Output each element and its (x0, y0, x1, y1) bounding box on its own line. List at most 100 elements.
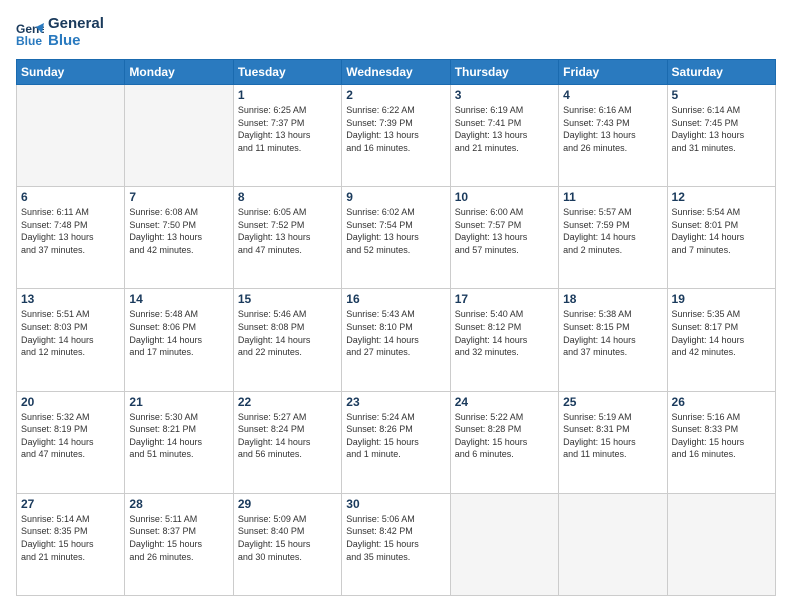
page: General Blue General Blue SundayMondayTu… (0, 0, 792, 612)
day-number: 23 (346, 395, 445, 409)
calendar-cell: 22 Sunrise: 5:27 AM Sunset: 8:24 PM Dayli… (233, 391, 341, 493)
svg-text:Blue: Blue (16, 34, 42, 47)
calendar-cell: 7Sunrise: 6:08 AM Sunset: 7:50 PM Daylig… (125, 187, 233, 289)
calendar-cell: 10 Sunrise: 6:00 AM Sunset: 7:57 PM Dayli… (450, 187, 558, 289)
cell-info: Sunrise: 5:06 AM Sunset: 8:42 PM Dayligh… (346, 513, 445, 563)
day-header-wednesday: Wednesday (342, 60, 450, 85)
day-number: 2 (346, 88, 445, 102)
calendar-cell: 5 Sunrise: 6:14 AM Sunset: 7:45 PM Daylig… (667, 85, 775, 187)
calendar-cell: 21 Sunrise: 5:30 AM Sunset: 8:21 PM Dayli… (125, 391, 233, 493)
day-number: 27 (21, 497, 120, 511)
cell-info: Sunrise: 5:09 AM Sunset: 8:40 PM Dayligh… (238, 513, 337, 563)
cell-info: Sunrise: 5:54 AM Sunset: 8:01 PM Dayligh… (672, 206, 771, 256)
cell-info: Sunrise: 5:51 AM Sunset: 8:03 PM Dayligh… (21, 308, 120, 358)
day-number: 4 (563, 88, 662, 102)
calendar-cell: 13 Sunrise: 5:51 AM Sunset: 8:03 PM Dayli… (17, 289, 125, 391)
cell-info: Sunrise: 6:00 AM Sunset: 7:57 PM Dayligh… (455, 206, 554, 256)
day-number: 14 (129, 292, 228, 306)
cell-info: Sunrise: 5:43 AM Sunset: 8:10 PM Dayligh… (346, 308, 445, 358)
calendar-cell: 27Sunrise: 5:14 AM Sunset: 8:35 PM Dayli… (17, 493, 125, 595)
calendar-cell: 19Sunrise: 5:35 AM Sunset: 8:17 PM Dayli… (667, 289, 775, 391)
cell-info: Sunrise: 5:22 AM Sunset: 8:28 PM Dayligh… (455, 411, 554, 461)
calendar-cell: 20 Sunrise: 5:32 AM Sunset: 8:19 PM Dayli… (17, 391, 125, 493)
cell-info: Sunrise: 5:46 AM Sunset: 8:08 PM Dayligh… (238, 308, 337, 358)
day-number: 10 (455, 190, 554, 204)
day-number: 3 (455, 88, 554, 102)
calendar-cell: 28 Sunrise: 5:11 AM Sunset: 8:37 PM Dayli… (125, 493, 233, 595)
cell-info: Sunrise: 6:19 AM Sunset: 7:41 PM Dayligh… (455, 104, 554, 154)
day-number: 29 (238, 497, 337, 511)
day-header-monday: Monday (125, 60, 233, 85)
calendar-cell: 29 Sunrise: 5:09 AM Sunset: 8:40 PM Dayli… (233, 493, 341, 595)
calendar-table: SundayMondayTuesdayWednesdayThursdayFrid… (16, 59, 776, 596)
cell-info: Sunrise: 6:05 AM Sunset: 7:52 PM Dayligh… (238, 206, 337, 256)
day-number: 5 (672, 88, 771, 102)
logo-general: General (48, 16, 104, 33)
day-number: 15 (238, 292, 337, 306)
cell-info: Sunrise: 5:19 AM Sunset: 8:31 PM Dayligh… (563, 411, 662, 461)
calendar-cell: 23 Sunrise: 5:24 AM Sunset: 8:26 PM Dayli… (342, 391, 450, 493)
cell-info: Sunrise: 5:40 AM Sunset: 8:12 PM Dayligh… (455, 308, 554, 358)
cell-info: Sunrise: 5:35 AM Sunset: 8:17 PM Dayligh… (672, 308, 771, 358)
calendar-cell: 1 Sunrise: 6:25 AM Sunset: 7:37 PM Daylig… (233, 85, 341, 187)
calendar-cell: 3 Sunrise: 6:19 AM Sunset: 7:41 PM Daylig… (450, 85, 558, 187)
cell-info: Sunrise: 5:16 AM Sunset: 8:33 PM Dayligh… (672, 411, 771, 461)
calendar-cell: 15 Sunrise: 5:46 AM Sunset: 8:08 PM Dayli… (233, 289, 341, 391)
day-number: 28 (129, 497, 228, 511)
calendar-week-3: 13 Sunrise: 5:51 AM Sunset: 8:03 PM Dayli… (17, 289, 776, 391)
calendar-cell: 17 Sunrise: 5:40 AM Sunset: 8:12 PM Dayli… (450, 289, 558, 391)
cell-info: Sunrise: 5:27 AM Sunset: 8:24 PM Dayligh… (238, 411, 337, 461)
calendar-cell: 4 Sunrise: 6:16 AM Sunset: 7:43 PM Daylig… (559, 85, 667, 187)
cell-info: Sunrise: 6:14 AM Sunset: 7:45 PM Dayligh… (672, 104, 771, 154)
day-number: 18 (563, 292, 662, 306)
calendar-cell: 24 Sunrise: 5:22 AM Sunset: 8:28 PM Dayli… (450, 391, 558, 493)
day-number: 22 (238, 395, 337, 409)
calendar-cell: 25 Sunrise: 5:19 AM Sunset: 8:31 PM Dayli… (559, 391, 667, 493)
calendar-week-1: 1 Sunrise: 6:25 AM Sunset: 7:37 PM Daylig… (17, 85, 776, 187)
header: General Blue General Blue (16, 16, 776, 49)
cell-info: Sunrise: 6:16 AM Sunset: 7:43 PM Dayligh… (563, 104, 662, 154)
day-number: 24 (455, 395, 554, 409)
day-number: 26 (672, 395, 771, 409)
day-number: 17 (455, 292, 554, 306)
calendar-cell (450, 493, 558, 595)
calendar-cell (667, 493, 775, 595)
logo-icon: General Blue (16, 19, 44, 47)
cell-info: Sunrise: 6:08 AM Sunset: 7:50 PM Dayligh… (129, 206, 228, 256)
cell-info: Sunrise: 5:30 AM Sunset: 8:21 PM Dayligh… (129, 411, 228, 461)
day-number: 30 (346, 497, 445, 511)
calendar-cell (559, 493, 667, 595)
cell-info: Sunrise: 6:22 AM Sunset: 7:39 PM Dayligh… (346, 104, 445, 154)
cell-info: Sunrise: 5:48 AM Sunset: 8:06 PM Dayligh… (129, 308, 228, 358)
calendar-cell: 9Sunrise: 6:02 AM Sunset: 7:54 PM Daylig… (342, 187, 450, 289)
calendar-cell: 2 Sunrise: 6:22 AM Sunset: 7:39 PM Daylig… (342, 85, 450, 187)
cell-info: Sunrise: 5:32 AM Sunset: 8:19 PM Dayligh… (21, 411, 120, 461)
cell-info: Sunrise: 5:24 AM Sunset: 8:26 PM Dayligh… (346, 411, 445, 461)
calendar-week-2: 6 Sunrise: 6:11 AM Sunset: 7:48 PM Daylig… (17, 187, 776, 289)
calendar-header-row: SundayMondayTuesdayWednesdayThursdayFrid… (17, 60, 776, 85)
day-number: 21 (129, 395, 228, 409)
day-number: 25 (563, 395, 662, 409)
cell-info: Sunrise: 6:25 AM Sunset: 7:37 PM Dayligh… (238, 104, 337, 154)
logo-blue: Blue (48, 33, 104, 50)
calendar-cell: 16Sunrise: 5:43 AM Sunset: 8:10 PM Dayli… (342, 289, 450, 391)
day-number: 1 (238, 88, 337, 102)
calendar-cell: 12Sunrise: 5:54 AM Sunset: 8:01 PM Dayli… (667, 187, 775, 289)
calendar-cell: 8 Sunrise: 6:05 AM Sunset: 7:52 PM Daylig… (233, 187, 341, 289)
calendar-cell (17, 85, 125, 187)
day-number: 8 (238, 190, 337, 204)
day-header-sunday: Sunday (17, 60, 125, 85)
day-header-saturday: Saturday (667, 60, 775, 85)
day-number: 13 (21, 292, 120, 306)
calendar-week-5: 27Sunrise: 5:14 AM Sunset: 8:35 PM Dayli… (17, 493, 776, 595)
calendar-cell: 6 Sunrise: 6:11 AM Sunset: 7:48 PM Daylig… (17, 187, 125, 289)
cell-info: Sunrise: 5:57 AM Sunset: 7:59 PM Dayligh… (563, 206, 662, 256)
calendar-cell: 30 Sunrise: 5:06 AM Sunset: 8:42 PM Dayli… (342, 493, 450, 595)
day-number: 20 (21, 395, 120, 409)
cell-info: Sunrise: 5:11 AM Sunset: 8:37 PM Dayligh… (129, 513, 228, 563)
cell-info: Sunrise: 6:11 AM Sunset: 7:48 PM Dayligh… (21, 206, 120, 256)
calendar-cell: 14 Sunrise: 5:48 AM Sunset: 8:06 PM Dayli… (125, 289, 233, 391)
day-header-tuesday: Tuesday (233, 60, 341, 85)
day-number: 6 (21, 190, 120, 204)
cell-info: Sunrise: 5:38 AM Sunset: 8:15 PM Dayligh… (563, 308, 662, 358)
